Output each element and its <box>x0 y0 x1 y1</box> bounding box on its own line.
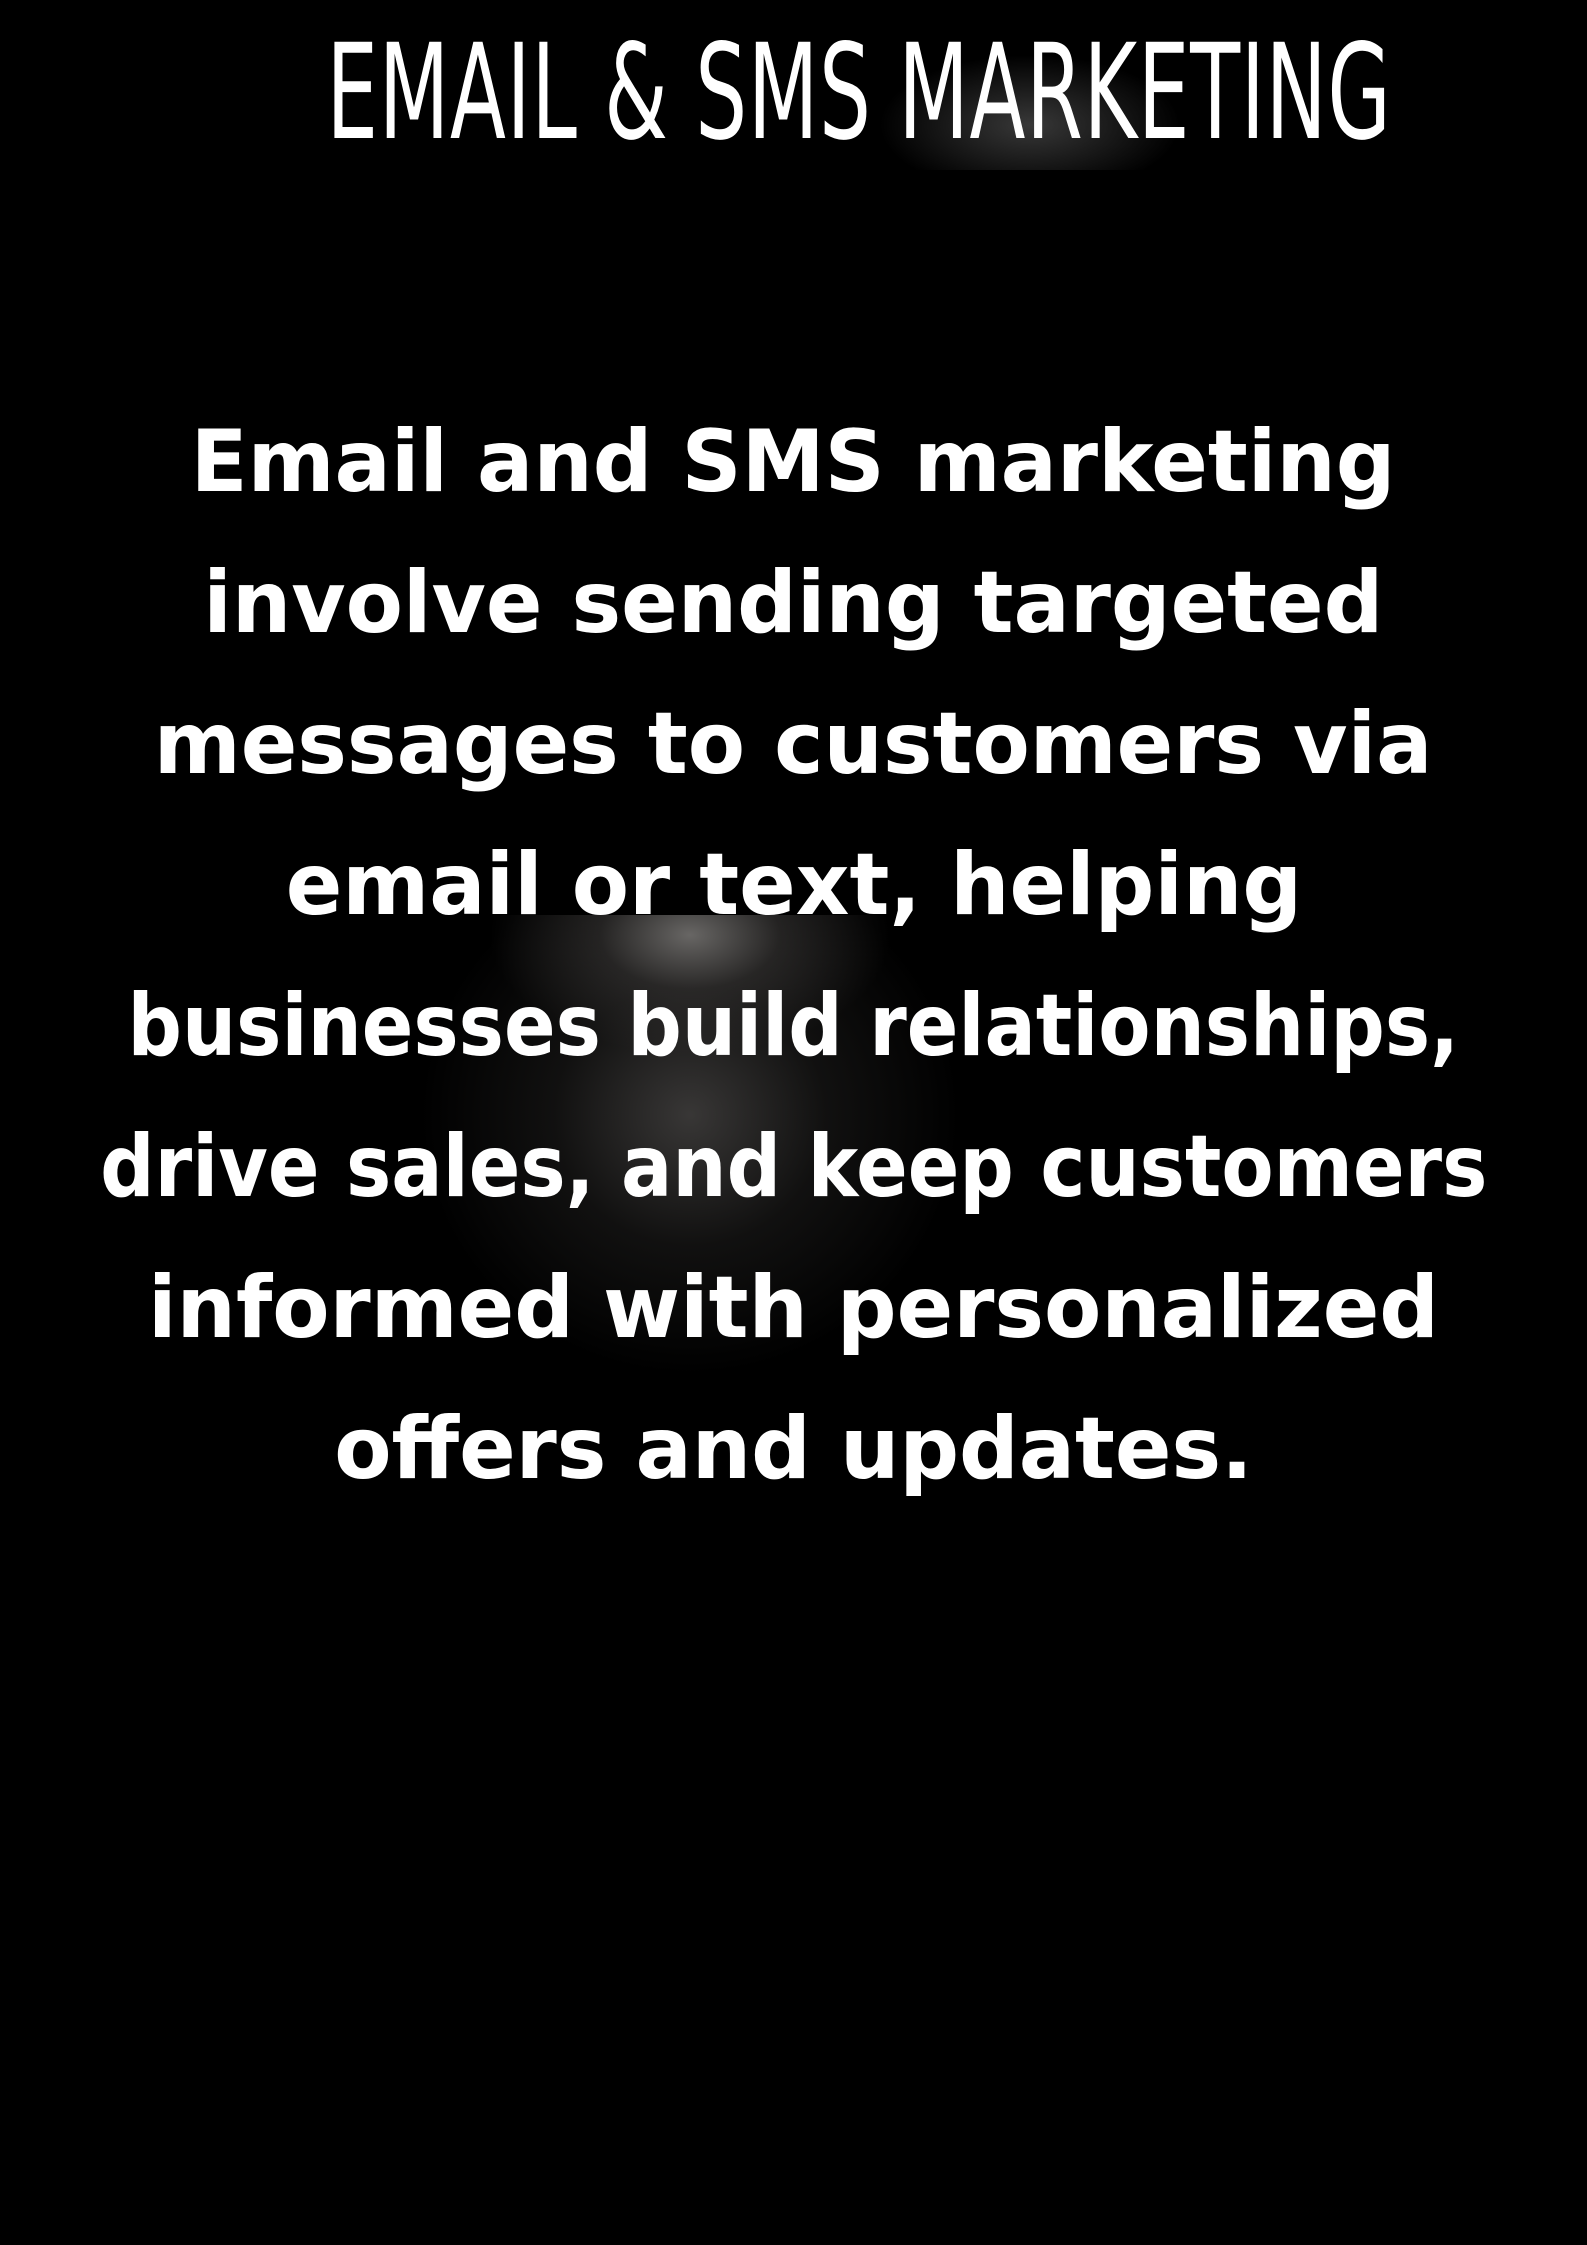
description-line: businesses build relationships, <box>127 976 1460 1076</box>
description-line: informed with personalized <box>147 1258 1440 1358</box>
page-title-text: EMAIL & SMS MARKETING <box>326 16 1392 170</box>
poster-page: EMAIL & SMS MARKETING Email and SMS mark… <box>0 0 1587 2245</box>
description-line: Email and SMS marketing <box>191 412 1396 512</box>
description: Email and SMS marketing involve sending … <box>0 392 1587 1520</box>
description-line: messages to customers via <box>154 694 1433 794</box>
description-line: offers and updates. <box>334 1399 1253 1499</box>
page-title: EMAIL & SMS MARKETING <box>0 18 1587 168</box>
description-line: email or text, helping <box>285 835 1302 935</box>
description-line: drive sales, and keep customers <box>99 1117 1488 1217</box>
description-line: involve sending targeted <box>203 553 1384 653</box>
